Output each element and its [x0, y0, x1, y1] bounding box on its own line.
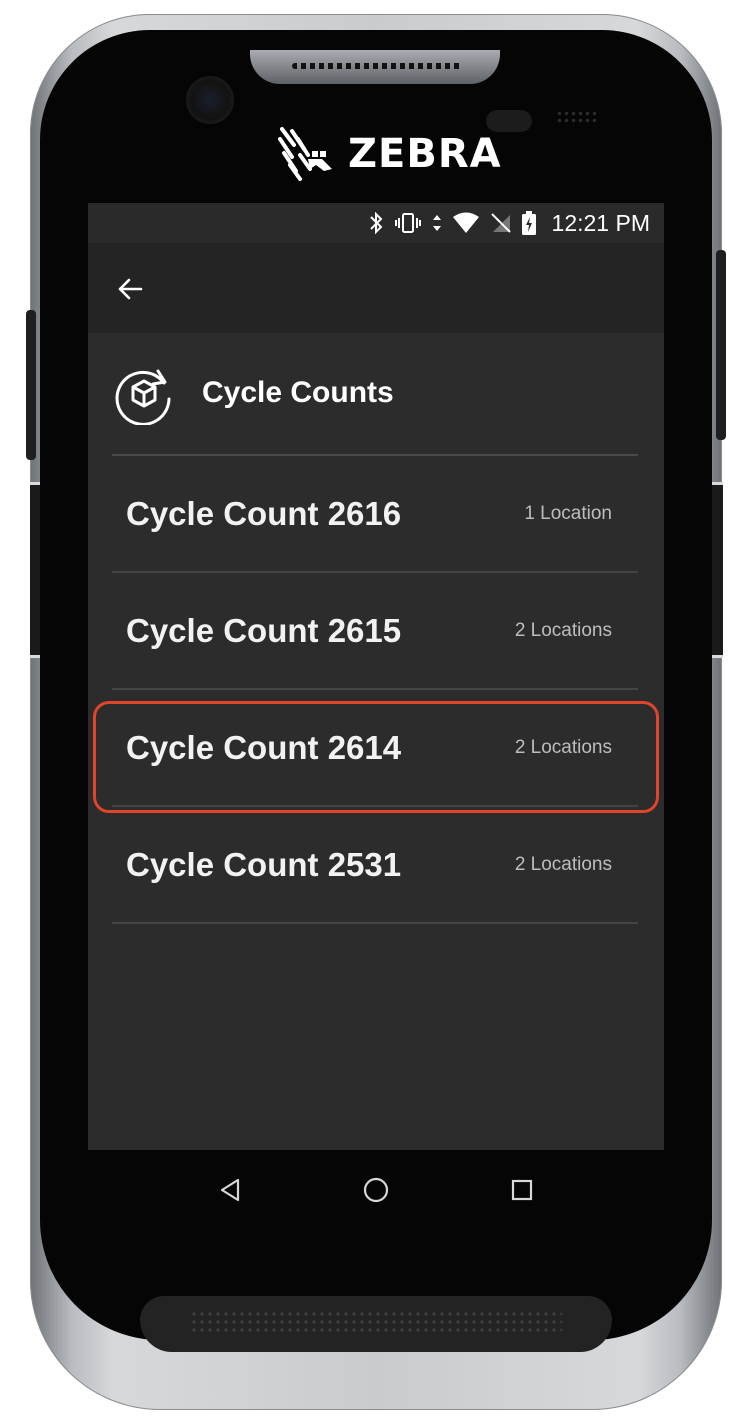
arrow-left-icon	[118, 278, 143, 300]
right-side-button	[716, 250, 726, 440]
vibrate-icon	[394, 213, 421, 233]
front-camera	[186, 76, 234, 124]
navigation-bar	[88, 1150, 664, 1230]
cycle-count-title: Cycle Count 2615	[126, 611, 402, 649]
cycle-count-item-2615[interactable]: Cycle Count 2615 2 Locations	[112, 573, 638, 690]
cycle-count-title: Cycle Count 2531	[126, 845, 402, 883]
cycle-count-locations: 2 Locations	[514, 619, 612, 641]
sensor-grille	[556, 110, 596, 126]
left-side-button	[26, 310, 36, 460]
brand-name: ZEBRA	[348, 131, 502, 177]
cycle-count-locations: 1 Location	[524, 502, 612, 524]
no-sim-icon	[490, 213, 511, 233]
cycle-box-icon	[115, 369, 171, 425]
back-button[interactable]	[110, 269, 150, 309]
cycle-count-title: Cycle Count 2616	[126, 494, 402, 532]
status-bar: 12:21 PM	[88, 203, 664, 243]
earpiece-grille	[292, 63, 462, 69]
bottom-speaker-grille	[190, 1310, 562, 1336]
cycle-count-title: Cycle Count 2614	[126, 728, 402, 766]
battery-charging-icon	[521, 211, 536, 235]
zebra-logo: ZEBRA	[276, 124, 502, 184]
cycle-count-item-2614[interactable]: Cycle Count 2614 2 Locations	[112, 690, 638, 807]
nav-recents-button[interactable]	[504, 1172, 540, 1208]
section-header: Cycle Counts	[112, 361, 638, 425]
zebra-head-icon	[278, 127, 332, 181]
nav-back-button[interactable]	[212, 1172, 248, 1208]
cycle-count-locations: 2 Locations	[514, 736, 612, 758]
content-area: Cycle Counts Cycle Count 2616 1 Location…	[88, 333, 664, 1150]
app-screen: 12:21 PM Cycle Counts Cycle Count 2616 1…	[88, 203, 664, 1150]
cycle-count-locations: 2 Locations	[514, 853, 612, 875]
device-mockup: ZEBRA 12:21 PM Cycle Counts Cycle Count …	[0, 0, 752, 1424]
data-arrows-icon	[432, 215, 441, 231]
cycle-count-list: Cycle Count 2616 1 Location Cycle Count …	[112, 456, 638, 924]
cycle-count-item-2531[interactable]: Cycle Count 2531 2 Locations	[112, 807, 638, 924]
cycle-count-item-2616[interactable]: Cycle Count 2616 1 Location	[112, 456, 638, 573]
nav-home-button[interactable]	[358, 1172, 394, 1208]
back-triangle-icon	[220, 1178, 240, 1202]
recents-square-icon	[511, 1179, 533, 1201]
bluetooth-icon	[369, 211, 382, 235]
wifi-icon	[452, 212, 479, 233]
app-bar	[88, 243, 664, 333]
section-title: Cycle Counts	[202, 376, 394, 409]
home-circle-icon	[363, 1177, 389, 1203]
status-time: 12:21 PM	[551, 209, 650, 236]
